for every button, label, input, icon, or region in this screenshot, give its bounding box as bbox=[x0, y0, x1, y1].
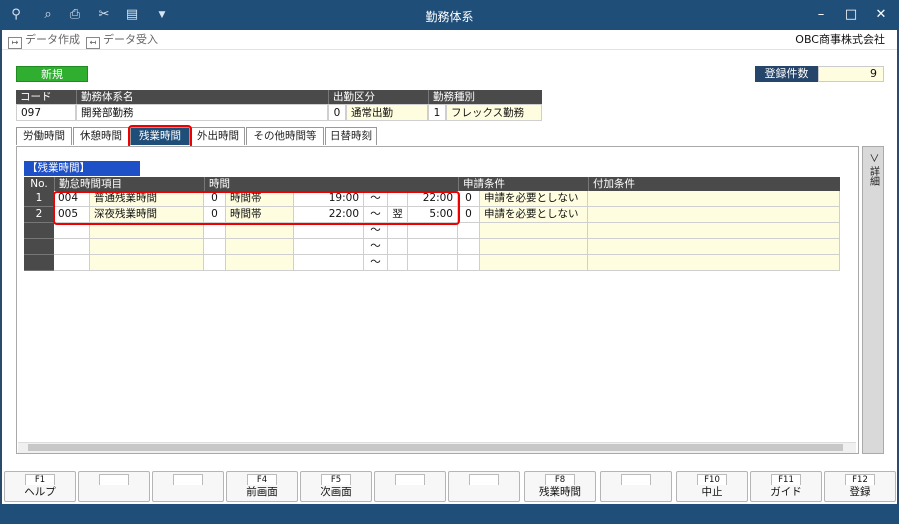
export-icon: ↦ bbox=[8, 37, 22, 49]
data-create-button[interactable]: ↦ データ作成 bbox=[8, 32, 80, 49]
to-time-cell[interactable] bbox=[408, 255, 458, 271]
code-header: コード bbox=[16, 90, 76, 104]
function-key-bar: F1 ヘルプ F4 前画面 F5 次画面 F8 残業時間 F10 中止 F11 ガイド F1… bbox=[2, 470, 897, 504]
section-label: 【残業時間】 bbox=[24, 161, 140, 176]
name-header: 勤務体系名 bbox=[76, 90, 328, 104]
time-type-no-cell[interactable] bbox=[204, 223, 226, 239]
tab-other-time[interactable]: その他時間等 bbox=[246, 127, 324, 145]
time-type-no-cell[interactable] bbox=[204, 239, 226, 255]
apply-cell bbox=[480, 239, 588, 255]
apply-cell: 申請を必要としない bbox=[480, 207, 588, 223]
maximize-button[interactable]: □ bbox=[838, 6, 864, 24]
import-icon: ↤ bbox=[86, 37, 100, 49]
grid-header-apply: 申請条件 bbox=[458, 177, 588, 191]
tilde-cell: ～ bbox=[364, 223, 388, 239]
apply-no-cell[interactable] bbox=[458, 223, 480, 239]
f6-button[interactable] bbox=[374, 471, 446, 502]
tab-out-time[interactable]: 外出時間 bbox=[191, 127, 245, 145]
attend-header: 出勤区分 bbox=[328, 90, 428, 104]
row-number: 2 bbox=[24, 207, 54, 223]
tab-break-time[interactable]: 休憩時間 bbox=[73, 127, 129, 145]
detail-side-button[interactable]: ＞ 詳細 bbox=[862, 146, 884, 454]
main-area: ↦ データ作成 ↤ データ受入 OBC商事株式会社 新規 登録件数 9 コード 勤務… bbox=[2, 30, 897, 504]
rows-highlight bbox=[53, 191, 460, 225]
row-number: 1 bbox=[24, 191, 54, 207]
apply-no-cell[interactable]: 0 bbox=[458, 191, 480, 207]
tilde-cell: ～ bbox=[364, 255, 388, 271]
extra-cell[interactable] bbox=[588, 207, 840, 223]
grid-header-no: No. bbox=[24, 177, 54, 191]
apply-cell bbox=[480, 223, 588, 239]
item-code-cell[interactable] bbox=[54, 255, 90, 271]
apply-cell: 申請を必要としない bbox=[480, 191, 588, 207]
grid-header-item: 勤怠時間項目 bbox=[54, 177, 204, 191]
apply-cell bbox=[480, 255, 588, 271]
f3-button[interactable] bbox=[152, 471, 224, 502]
f7-button[interactable] bbox=[448, 471, 520, 502]
f8-overtime-button[interactable]: F8 残業時間 bbox=[524, 471, 596, 502]
apply-no-cell[interactable] bbox=[458, 239, 480, 255]
detail-label: ＞ 詳細 bbox=[867, 153, 879, 187]
item-name-cell bbox=[90, 223, 204, 239]
type-field: フレックス勤務 bbox=[446, 104, 542, 121]
from-time-cell[interactable] bbox=[294, 223, 364, 239]
time-type-cell bbox=[226, 255, 294, 271]
f2-button[interactable] bbox=[78, 471, 150, 502]
item-name-cell bbox=[90, 255, 204, 271]
time-type-no-cell[interactable] bbox=[204, 255, 226, 271]
code-field[interactable]: 097 bbox=[16, 104, 76, 121]
item-code-cell[interactable] bbox=[54, 239, 90, 255]
name-field[interactable]: 開発部勤務 bbox=[76, 104, 328, 121]
scrollbar-thumb[interactable] bbox=[28, 444, 843, 451]
status-bar bbox=[0, 504, 899, 524]
company-name: OBC商事株式会社 bbox=[795, 33, 885, 46]
record-count-label: 登録件数 bbox=[755, 66, 818, 82]
next-day-cell bbox=[388, 223, 408, 239]
tab-day-change[interactable]: 日替時刻 bbox=[325, 127, 377, 145]
next-day-cell bbox=[388, 239, 408, 255]
row-number bbox=[24, 255, 54, 271]
row-number bbox=[24, 239, 54, 255]
new-button[interactable]: 新規 bbox=[16, 66, 88, 82]
extra-cell[interactable] bbox=[588, 191, 840, 207]
to-time-cell[interactable] bbox=[408, 239, 458, 255]
f10-cancel-button[interactable]: F10 中止 bbox=[676, 471, 748, 502]
window-title: 勤務体系 bbox=[425, 10, 474, 24]
minimize-button[interactable]: – bbox=[808, 6, 834, 24]
row-number bbox=[24, 223, 54, 239]
toolbar: ↦ データ作成 ↤ データ受入 OBC商事株式会社 bbox=[2, 30, 897, 50]
apply-no-cell[interactable] bbox=[458, 255, 480, 271]
item-code-cell[interactable] bbox=[54, 223, 90, 239]
f12-register-button[interactable]: F12 登録 bbox=[824, 471, 896, 502]
extra-cell[interactable] bbox=[588, 255, 840, 271]
extra-cell[interactable] bbox=[588, 239, 840, 255]
f4-prev-screen-button[interactable]: F4 前画面 bbox=[226, 471, 298, 502]
record-count-value: 9 bbox=[818, 66, 884, 82]
f1-help-button[interactable]: F1 ヘルプ bbox=[4, 471, 76, 502]
attend-no-field[interactable]: 0 bbox=[328, 104, 346, 121]
from-time-cell[interactable] bbox=[294, 255, 364, 271]
apply-no-cell[interactable]: 0 bbox=[458, 207, 480, 223]
data-import-button[interactable]: ↤ データ受入 bbox=[86, 32, 158, 49]
grid-header-extra: 付加条件 bbox=[588, 177, 840, 191]
f11-guide-button[interactable]: F11 ガイド bbox=[750, 471, 822, 502]
f9-button[interactable] bbox=[600, 471, 672, 502]
title-bar: ⚲ ⌕ ⎙ ✂ ▤ ▼ 勤務体系 – □ ✕ bbox=[0, 0, 899, 30]
f5-next-screen-button[interactable]: F5 次画面 bbox=[300, 471, 372, 502]
tab-labor-time[interactable]: 労働時間 bbox=[16, 127, 72, 145]
time-type-cell bbox=[226, 239, 294, 255]
next-day-cell bbox=[388, 255, 408, 271]
item-name-cell bbox=[90, 239, 204, 255]
time-type-cell bbox=[226, 223, 294, 239]
to-time-cell[interactable] bbox=[408, 223, 458, 239]
extra-cell[interactable] bbox=[588, 223, 840, 239]
type-no-field[interactable]: 1 bbox=[428, 104, 446, 121]
close-button[interactable]: ✕ bbox=[868, 6, 894, 24]
type-header: 勤務種別 bbox=[428, 90, 542, 104]
tilde-cell: ～ bbox=[364, 239, 388, 255]
attend-field: 通常出勤 bbox=[346, 104, 428, 121]
from-time-cell[interactable] bbox=[294, 239, 364, 255]
grid-header-time: 時間 bbox=[204, 177, 458, 191]
